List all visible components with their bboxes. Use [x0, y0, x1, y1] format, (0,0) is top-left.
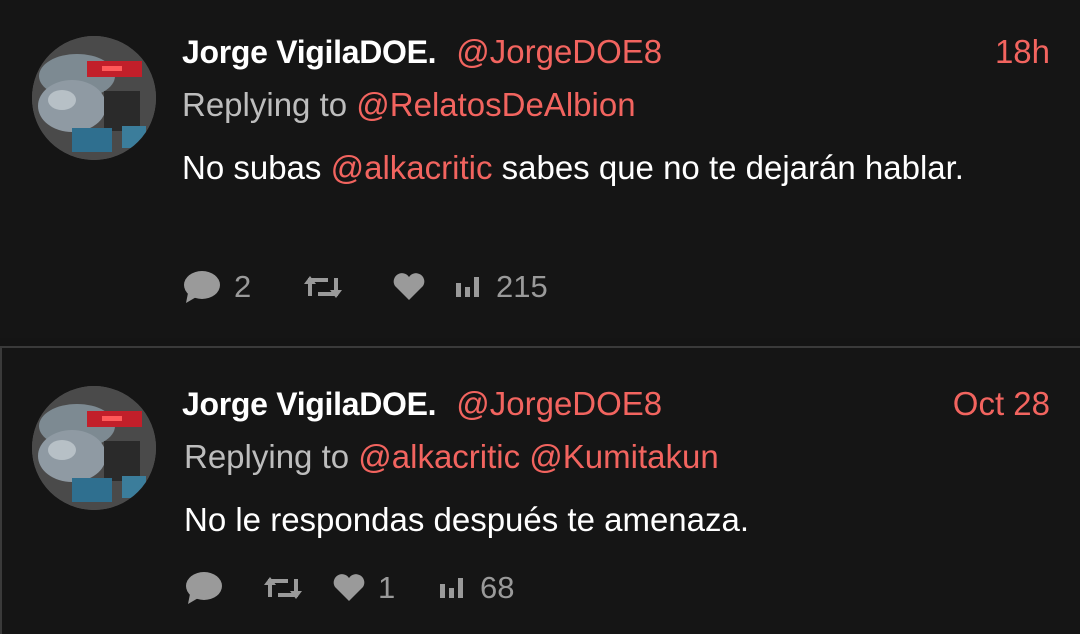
tweet-actions: 2 215 [182, 267, 548, 307]
reply-icon [184, 271, 220, 303]
tweet[interactable]: Jorge VigilaDOE. @JorgeDOE8 Oct 28 Reply… [0, 346, 1080, 634]
reply-button[interactable] [184, 568, 262, 608]
replying-prefix: Replying to [182, 86, 357, 123]
retweet-button[interactable] [262, 568, 332, 608]
author-handle[interactable]: @JorgeDOE8 [456, 385, 662, 423]
tweet-text-part: sabes que no te dejarán hablar. [492, 149, 964, 186]
tweet-feed: Jorge VigilaDOE. @JorgeDOE8 18h Replying… [0, 0, 1080, 634]
reply-button[interactable]: 2 [182, 267, 302, 307]
tweet-text: No le respondas después te amenaza. [184, 501, 750, 538]
views-count: 215 [496, 269, 548, 304]
avatar[interactable] [32, 386, 156, 510]
replying-to: Replying to @RelatosDeAlbion [182, 86, 636, 124]
timestamp[interactable]: 18h [995, 33, 1050, 71]
tweet-divider [0, 338, 1080, 346]
replying-to-mention[interactable]: @RelatosDeAlbion [356, 86, 635, 123]
author-name[interactable]: Jorge VigilaDOE. [182, 386, 437, 423]
replying-to: Replying to @alkacritic @Kumitakun [184, 438, 719, 476]
views-button[interactable]: 215 [454, 267, 548, 307]
retweet-icon [264, 577, 302, 599]
tweet-text: No subas @alkacritic sabes que no te dej… [182, 142, 1042, 194]
views-icon [456, 277, 479, 297]
like-icon [393, 273, 425, 300]
retweet-button[interactable] [302, 267, 392, 307]
replying-to-mention[interactable]: @alkacritic [358, 438, 520, 475]
views-count: 68 [480, 570, 515, 605]
tweet-header: Jorge VigilaDOE. @JorgeDOE8 Oct 28 [182, 381, 1050, 427]
reply-count: 2 [234, 269, 252, 304]
like-icon [333, 574, 365, 601]
like-count: 1 [378, 570, 396, 605]
tweet[interactable]: Jorge VigilaDOE. @JorgeDOE8 18h Replying… [0, 0, 1080, 338]
tweet-header: Jorge VigilaDOE. @JorgeDOE8 18h [182, 29, 1050, 75]
replying-to-mention[interactable]: @Kumitakun [529, 438, 718, 475]
like-button[interactable] [392, 267, 454, 307]
views-button[interactable]: 68 [438, 568, 514, 608]
like-button[interactable]: 1 [332, 568, 438, 608]
tweet-mention[interactable]: @alkacritic [331, 149, 493, 186]
views-icon [440, 578, 463, 598]
retweet-icon [304, 276, 342, 298]
tweet-actions: 1 68 [184, 568, 514, 608]
reply-icon [186, 572, 222, 604]
timestamp[interactable]: Oct 28 [953, 385, 1050, 423]
author-handle[interactable]: @JorgeDOE8 [456, 33, 662, 71]
replying-prefix: Replying to [184, 438, 359, 475]
tweet-text-part: No subas [182, 149, 331, 186]
avatar[interactable] [32, 36, 156, 160]
author-name[interactable]: Jorge VigilaDOE. [182, 34, 437, 71]
